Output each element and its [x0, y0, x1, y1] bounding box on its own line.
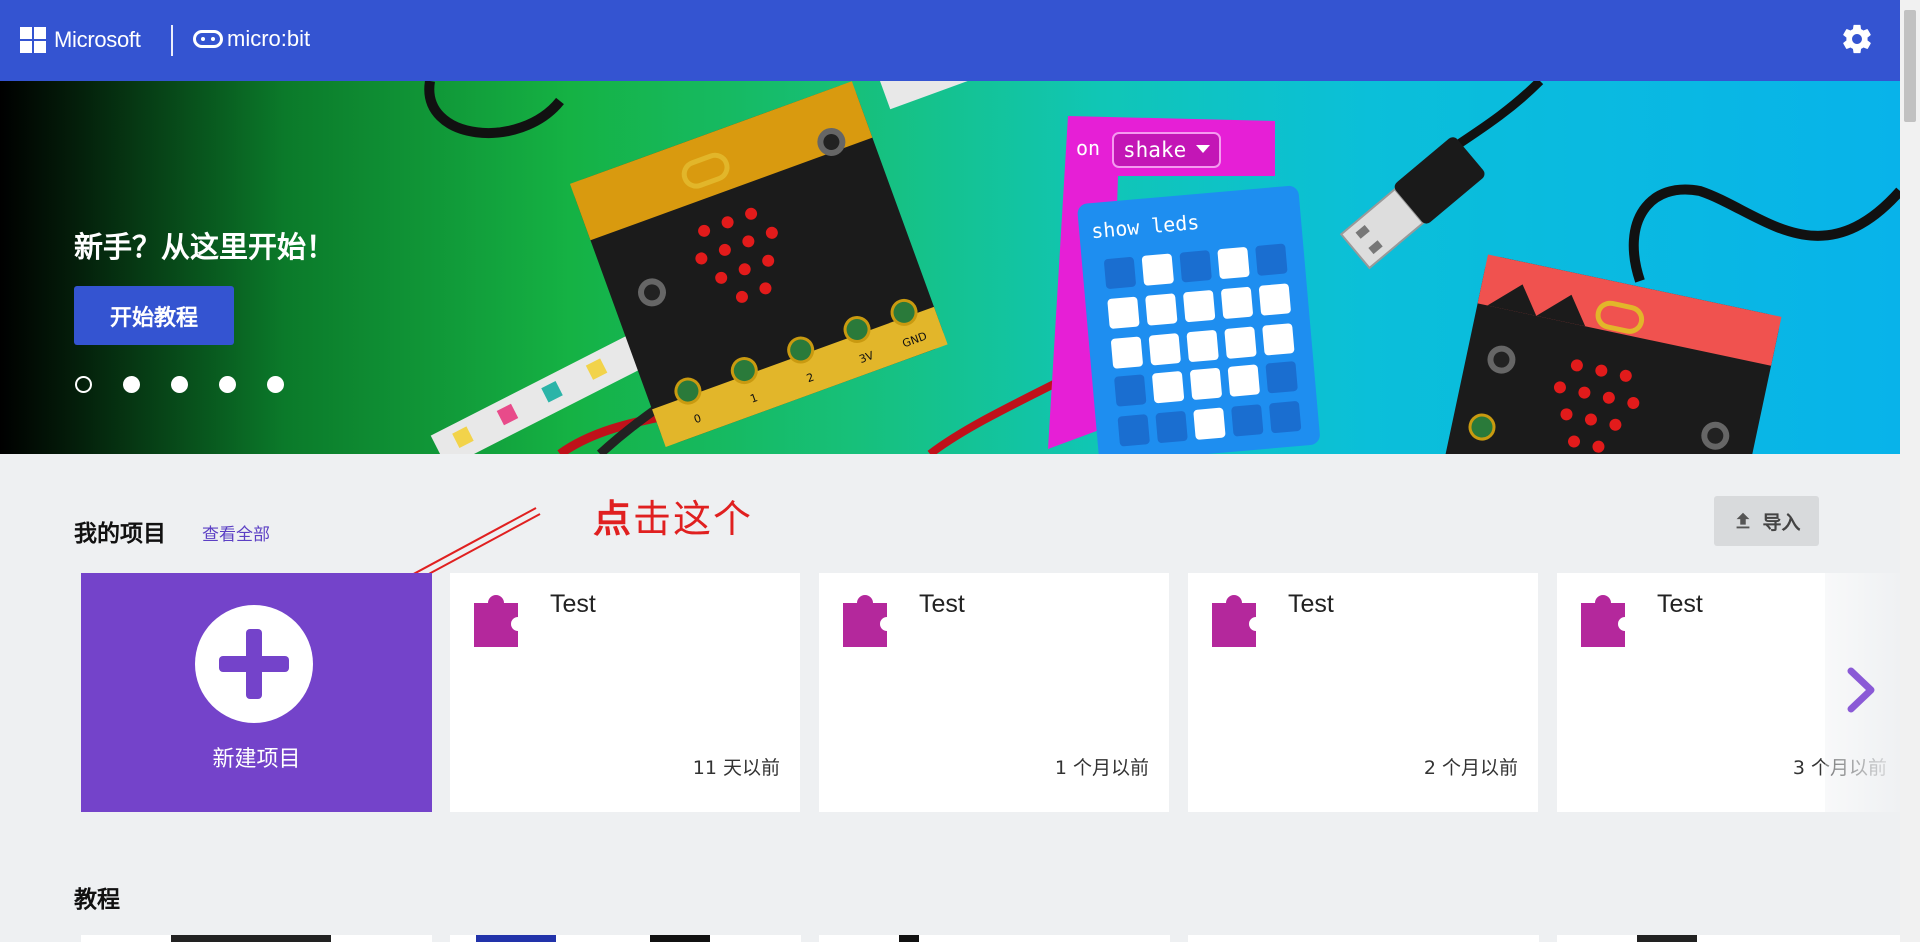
tutorial-card[interactable]	[450, 935, 801, 942]
chevron-right-icon[interactable]	[1843, 665, 1879, 715]
puzzle-icon	[1212, 595, 1256, 647]
tutorial-card[interactable]	[1188, 935, 1539, 942]
new-project-circle	[195, 605, 313, 723]
project-time: 1 个月以前	[1054, 757, 1149, 779]
tutorial-card[interactable]	[1557, 935, 1900, 942]
import-label: 导入	[1762, 511, 1801, 534]
project-time: 11 天以前	[692, 757, 780, 779]
project-name: Test	[550, 590, 596, 618]
new-project-label: 新建项目	[212, 747, 301, 772]
project-name: Test	[1288, 590, 1334, 618]
scrollbar-thumb[interactable]	[1904, 10, 1916, 122]
puzzle-icon	[474, 595, 518, 647]
project-card[interactable]: Test 1 个月以前	[819, 573, 1169, 812]
tutorials-title: 教程	[74, 887, 120, 913]
tutorial-card[interactable]	[819, 935, 1170, 942]
import-button[interactable]: 导入	[1714, 496, 1819, 546]
project-name: Test	[1657, 590, 1703, 618]
upload-icon	[1737, 512, 1750, 529]
project-time: 2 个月以前	[1423, 757, 1518, 779]
plus-icon	[219, 629, 289, 699]
project-card[interactable]: Test 2 个月以前	[1188, 573, 1538, 812]
page-scrollbar[interactable]	[1900, 0, 1920, 942]
puzzle-icon	[1581, 595, 1625, 647]
project-card[interactable]: Test 11 天以前	[450, 573, 800, 812]
project-name: Test	[919, 590, 965, 618]
new-project-card[interactable]: 新建项目	[81, 573, 432, 812]
tutorial-card[interactable]	[81, 935, 432, 942]
puzzle-icon	[843, 595, 887, 647]
